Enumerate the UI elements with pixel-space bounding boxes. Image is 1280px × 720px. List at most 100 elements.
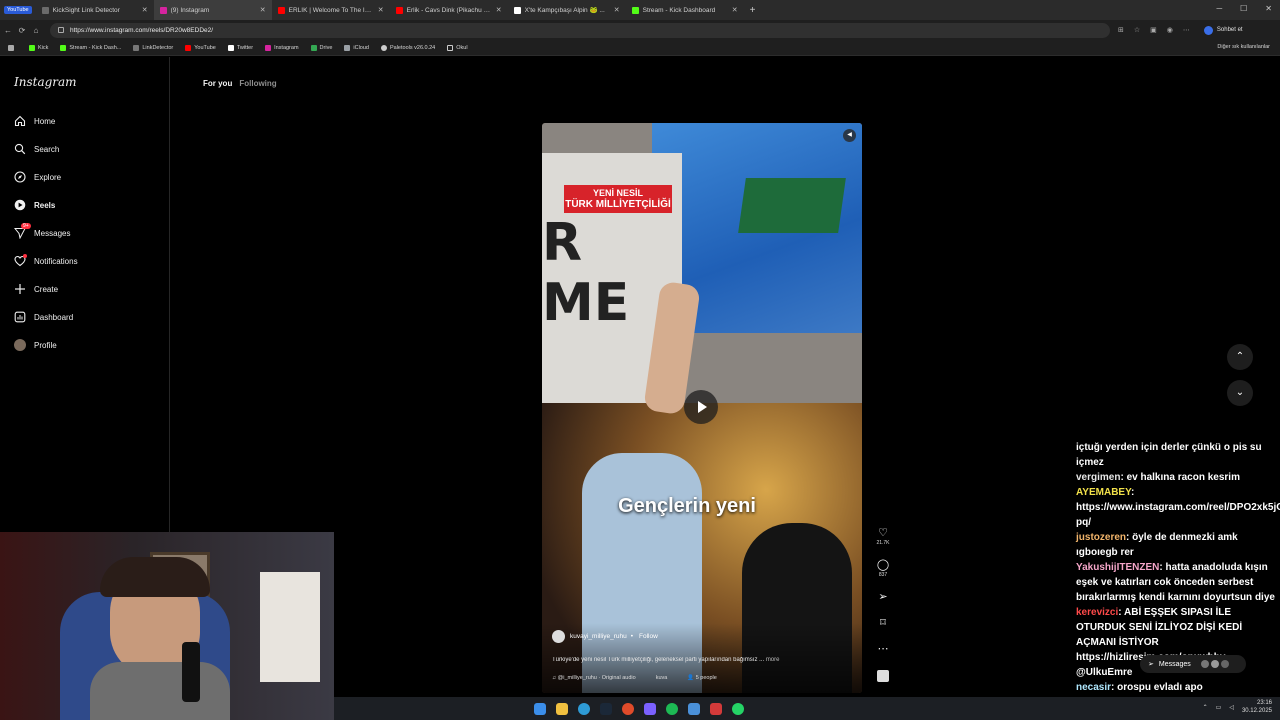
tagged-people[interactable]: 👤 5 people <box>687 675 717 681</box>
chat-username[interactable]: necasir <box>1076 682 1111 693</box>
chat-username[interactable]: kerevizci <box>1076 607 1118 618</box>
new-tab-button[interactable]: + <box>750 5 756 16</box>
bookmark-item[interactable]: iCloud <box>344 44 369 51</box>
steam-icon[interactable] <box>600 702 612 715</box>
tab-kick-dashboard[interactable]: Stream - Kick Dashboard ✕ <box>626 0 744 20</box>
like-button[interactable]: ♡ 21.7K <box>874 527 892 546</box>
nav-home[interactable]: Home <box>14 115 55 127</box>
audio-thumbnail[interactable] <box>874 669 892 687</box>
instagram-logo[interactable]: Instagram <box>14 75 77 89</box>
author-username[interactable]: kuvayi_milliye_ruhu <box>570 633 627 640</box>
video-caption: Gençlerin yeni <box>618 495 756 517</box>
nav-create[interactable]: Create <box>14 283 58 295</box>
nav-search[interactable]: Search <box>14 143 59 155</box>
close-icon[interactable]: ✕ <box>496 6 502 14</box>
profile-icon[interactable]: ◉ <box>1167 26 1173 34</box>
nav-label: Dashboard <box>34 312 74 322</box>
bookmark-label: YouTube <box>194 44 216 51</box>
chat-username[interactable]: AYEMABEY <box>1076 487 1131 498</box>
close-icon[interactable]: ✕ <box>378 6 384 14</box>
volume-icon[interactable]: ◁ <box>1229 704 1234 711</box>
chat-username[interactable]: justozeren <box>1076 532 1126 543</box>
tab-title: ERLIK | Welcome To The Internet ... <box>288 6 374 14</box>
whatsapp-icon[interactable] <box>732 702 744 715</box>
pinned-badge[interactable]: YouTube <box>4 6 32 14</box>
close-window-icon[interactable]: ✕ <box>1265 4 1272 13</box>
avatar <box>1210 660 1219 668</box>
tray-chevron-icon[interactable]: ⌃ <box>1203 704 1208 711</box>
folder-icon <box>447 44 454 51</box>
tab-following[interactable]: Following <box>239 79 276 88</box>
bookmark-item[interactable]: Twitter <box>227 44 253 51</box>
audio-attribution[interactable]: ♫ @i_milliye_ruhu · Original audio <box>552 675 636 681</box>
network-icon[interactable]: ▭ <box>1216 704 1222 711</box>
more-options-button[interactable]: ⋯ <box>874 643 892 655</box>
comment-button[interactable]: ◯ 837 <box>874 559 892 578</box>
previous-reel-button[interactable]: ⌃ <box>1227 344 1253 370</box>
play-icon[interactable] <box>684 390 718 424</box>
nav-dashboard[interactable]: Dashboard <box>14 311 73 323</box>
site-info-icon[interactable] <box>58 27 64 33</box>
tab-kicksight[interactable]: KickSight Link Detector ✕ <box>36 0 154 20</box>
home-browser-icon[interactable]: ⌂ <box>30 26 42 35</box>
share-button[interactable]: ➢ <box>874 591 892 603</box>
tab-instagram[interactable]: (9) Instagram ✕ <box>153 0 272 20</box>
edge-icon[interactable] <box>578 702 590 715</box>
youtube-icon <box>185 44 192 51</box>
spotify-icon[interactable] <box>666 702 678 715</box>
minimize-icon[interactable]: ─ <box>1216 4 1222 13</box>
reload-icon[interactable]: ⟳ <box>16 26 28 35</box>
nav-notifications[interactable]: Notifications <box>14 254 78 267</box>
app-icon[interactable] <box>710 702 722 715</box>
menu-icon[interactable]: ⋯ <box>1183 26 1190 34</box>
author-avatar[interactable] <box>552 630 565 643</box>
close-icon[interactable]: ✕ <box>260 6 266 14</box>
bookmark-item[interactable]: Okul <box>447 44 468 51</box>
app-icon[interactable] <box>688 702 700 715</box>
location-tag[interactable]: kuva <box>656 675 668 681</box>
extensions-icon[interactable]: ⊞ <box>1118 26 1124 34</box>
follow-button[interactable]: Follow <box>639 633 658 640</box>
audio-icon[interactable]: ◀ <box>843 129 856 142</box>
nav-messages[interactable]: 9+ Messages <box>13 223 70 240</box>
address-bar[interactable]: https://www.instagram.com/reels/DR20w8ED… <box>50 22 1110 38</box>
bookmark-item[interactable]: Paletools v26.0.24 <box>380 44 435 51</box>
collections-icon[interactable]: ▣ <box>1150 26 1157 34</box>
close-icon[interactable]: ✕ <box>614 6 620 14</box>
tab-erlik-welcome[interactable]: ERLIK | Welcome To The Internet ... ✕ <box>272 0 390 20</box>
chevron-up-icon: ⌃ <box>1235 351 1245 362</box>
copilot-chat-button[interactable]: Sohbet et <box>1203 25 1243 35</box>
reel-video[interactable]: R ME ◀ YENİ NESİL TÜRK MİLLİYETÇİLİĞİ Gen… <box>542 123 862 693</box>
messages-pill[interactable]: ➢ Messages <box>1140 655 1246 673</box>
save-button[interactable]: ⌑ <box>874 617 892 629</box>
bookmark-item[interactable]: LinkDetector <box>133 44 173 51</box>
nav-explore[interactable]: Explore <box>14 171 61 183</box>
start-icon[interactable] <box>534 702 546 715</box>
other-bookmarks[interactable]: Diğer sık kullanılanlar <box>1217 44 1270 50</box>
chat-username[interactable]: vergimen <box>1076 472 1120 483</box>
favorites-icon[interactable]: ☆ <box>1134 26 1140 34</box>
bookmark-item[interactable]: YouTube <box>185 44 216 51</box>
discord-icon[interactable] <box>644 702 656 715</box>
messages-pill-label: Messages <box>1158 660 1191 668</box>
next-reel-button[interactable]: ⌄ <box>1227 380 1253 406</box>
bookmark-item[interactable]: Stream - Kick Dash... <box>60 44 121 51</box>
bookmark-item[interactable]: Kick <box>29 44 48 51</box>
tab-x[interactable]: X'te Kampçıbaşı Alpin 🐸 ... ✕ <box>508 0 626 20</box>
bookmark-item[interactable]: Drive <box>310 44 332 51</box>
maximize-icon[interactable]: ☐ <box>1240 4 1247 13</box>
chat-username[interactable]: YakushijITENZEN <box>1076 562 1159 573</box>
file-explorer-icon[interactable] <box>556 702 568 715</box>
back-icon[interactable]: ← <box>2 26 14 35</box>
close-icon[interactable]: ✕ <box>732 6 738 14</box>
nav-profile[interactable]: Profile <box>14 339 57 351</box>
tab-for-you[interactable]: For you <box>203 79 232 88</box>
nav-reels[interactable]: Reels <box>14 199 55 211</box>
tab-erlik-cavs[interactable]: Erlik - Cavs Dink (Pikachu Real Co... ✕ <box>390 0 508 20</box>
close-icon[interactable]: ✕ <box>142 6 148 14</box>
bookmark-item[interactable]: Instagram <box>265 44 299 51</box>
clock[interactable]: 23:16 30.12.2025 <box>1242 699 1272 715</box>
obs-icon[interactable] <box>622 702 634 715</box>
bookmark-apps[interactable] <box>8 44 17 51</box>
more-link[interactable]: more <box>766 657 780 663</box>
